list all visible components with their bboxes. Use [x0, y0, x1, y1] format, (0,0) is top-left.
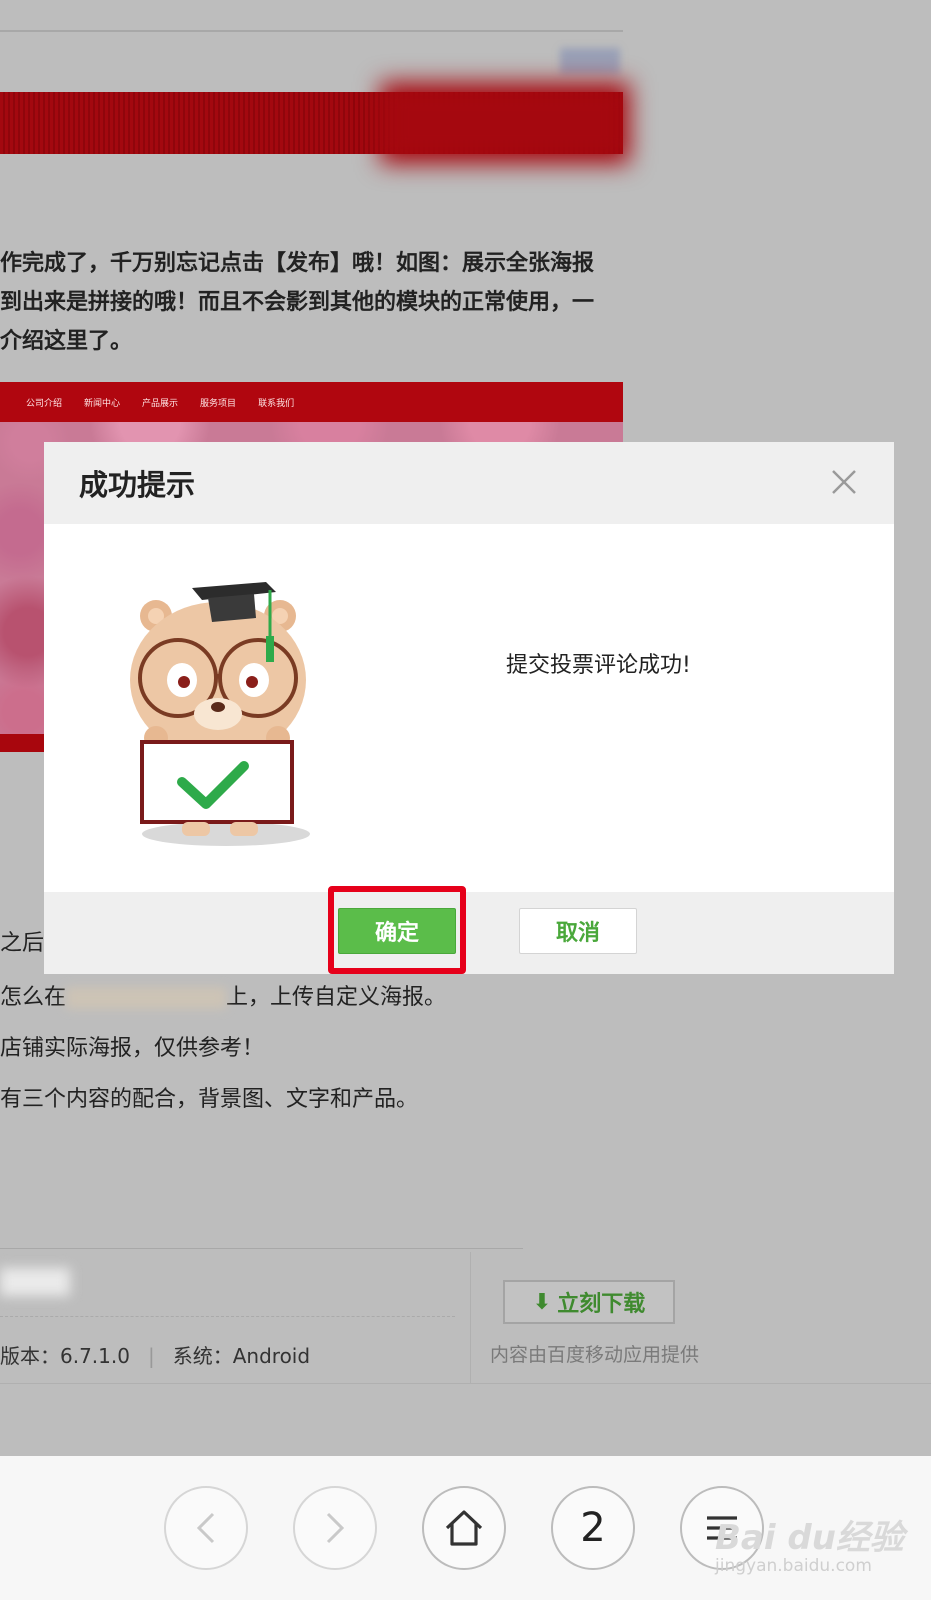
dialog-title: 成功提示: [79, 468, 196, 502]
blurred-link: [560, 48, 620, 74]
article-line: 怎么在 上，上传自定义海报。: [0, 985, 447, 1010]
screenshot-nav-item: 公司介绍: [26, 399, 63, 409]
divider: [0, 1316, 455, 1317]
article-lower: 之后得 怎么在 上，上传自定义海报。 店铺实际海报，仅供参考！ 有三个内容的配合，…: [0, 931, 640, 1125]
watermark-logo-text: Bai du经验: [715, 1518, 904, 1558]
divider: [0, 1248, 523, 1249]
screenshot-nav-item: 新闻中心: [84, 399, 121, 409]
tabs-button[interactable]: 2: [551, 1486, 635, 1570]
bear-mascot-illustration: [130, 582, 310, 846]
blurred-app-name: [0, 1268, 70, 1296]
divider: [0, 1383, 931, 1384]
dialog-message: 提交投票评论成功!: [506, 653, 691, 678]
screenshot-nav-item: 服务项目: [200, 399, 237, 409]
article-line: 有三个内容的配合，背景图、文字和产品。: [0, 1087, 419, 1112]
home-icon: [445, 1510, 483, 1546]
article-line: 介绍这里了。: [0, 329, 133, 354]
dialog-footer: [44, 892, 894, 974]
success-dialog: 成功提示 提交投票评论成功! 确定 取消: [44, 442, 894, 974]
close-icon[interactable]: [824, 462, 864, 502]
article-line: 到出来是拼接的哦！而且不会影到其他的模块的正常使用，一: [0, 290, 595, 315]
cancel-button[interactable]: 取消: [519, 908, 637, 954]
red-banner-blur: [380, 82, 630, 164]
download-button[interactable]: ⬇ 立刻下载: [503, 1280, 675, 1324]
tab-count: 2: [580, 1505, 606, 1551]
app-meta: 版本：6.7.1.0 | 系统：Android: [0, 1344, 311, 1368]
baidu-jingyan-watermark: Bai du经验 jingyan.baidu.com: [715, 1510, 904, 1580]
forward-icon: [326, 1512, 345, 1544]
back-icon: [196, 1512, 215, 1544]
app-system: 系统：Android: [172, 1344, 311, 1368]
download-label: 立刻下载: [557, 1292, 646, 1317]
divider: [0, 30, 623, 32]
highlight-annotation: [328, 886, 466, 974]
forward-button[interactable]: [293, 1486, 377, 1570]
download-icon: ⬇: [532, 1289, 552, 1315]
screenshot-nav-item: 产品展示: [142, 399, 179, 409]
watermark-url: jingyan.baidu.com: [715, 1556, 872, 1576]
provider-note: 内容由百度移动应用提供: [490, 1344, 700, 1366]
back-button[interactable]: [164, 1486, 248, 1570]
article-intro: 作完成了，千万别忘记点击【发布】哦！如图：展示全张海报 到出来是拼接的哦！而且不…: [0, 244, 640, 361]
divider: [470, 1252, 471, 1384]
app-download-card: 版本：6.7.1.0 | 系统：Android ⬇ 立刻下载 内容由百度移动应用提供: [0, 1248, 931, 1388]
dialog-header: 成功提示: [44, 442, 894, 524]
article-line: 作完成了，千万别忘记点击【发布】哦！如图：展示全张海报: [0, 251, 595, 276]
screenshot-nav-item: 联系我们: [258, 399, 295, 409]
home-button[interactable]: [422, 1486, 506, 1570]
screenshot-nav-bar: 公司介绍 新闻中心 产品展示 服务项目 联系我们: [0, 382, 623, 422]
blurred-text: [66, 987, 227, 1009]
article-line: 店铺实际海报，仅供参考！: [0, 1036, 265, 1061]
app-version: 版本：6.7.1.0: [0, 1344, 130, 1368]
